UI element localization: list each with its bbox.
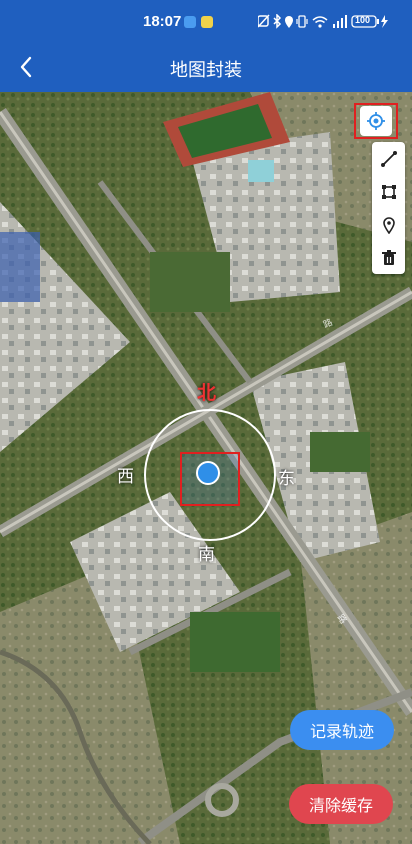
draw-polyline-button[interactable] [372,142,405,175]
locate-button[interactable] [354,103,398,139]
compass-south-label: 南 [198,545,215,565]
charging-icon [381,15,388,28]
trash-icon [381,249,396,265]
draw-marker-button[interactable] [372,208,405,241]
locate-icon [367,112,385,130]
compass-north-label: 北 [197,382,217,404]
status-bar: 18:07 100 [0,0,412,44]
notification-app-icon [184,16,196,28]
delete-drawing-button[interactable] [372,241,405,274]
polygon-icon [381,184,396,199]
polyline-icon [380,150,397,167]
signal-icon [333,15,347,28]
nav-bar: 地图封装 [0,44,412,92]
marker-icon [382,216,395,234]
system-icons [257,13,390,33]
battery-level: 100 [354,15,370,25]
page-title: 地图封装 [170,60,242,81]
record-track-button[interactable]: 记录轨迹 [290,710,394,750]
notification-app-icon [201,16,213,28]
status-time: 18:07 [143,13,182,30]
compass-west-label: 西 [117,467,134,487]
location-icon [285,16,293,28]
draw-toolbar [372,142,405,274]
bluetooth-icon [273,13,282,29]
compass-east-label: 东 [278,469,295,489]
wifi-icon [312,16,328,28]
vibrate-icon [296,15,308,28]
draw-polygon-button[interactable] [372,175,405,208]
mute-icon [257,14,270,28]
current-location-dot [196,461,220,485]
map-view[interactable]: 路 路 北 西 东 南 记录轨迹 清除缓存 [0,92,412,844]
clear-cache-button[interactable]: 清除缓存 [289,784,393,824]
